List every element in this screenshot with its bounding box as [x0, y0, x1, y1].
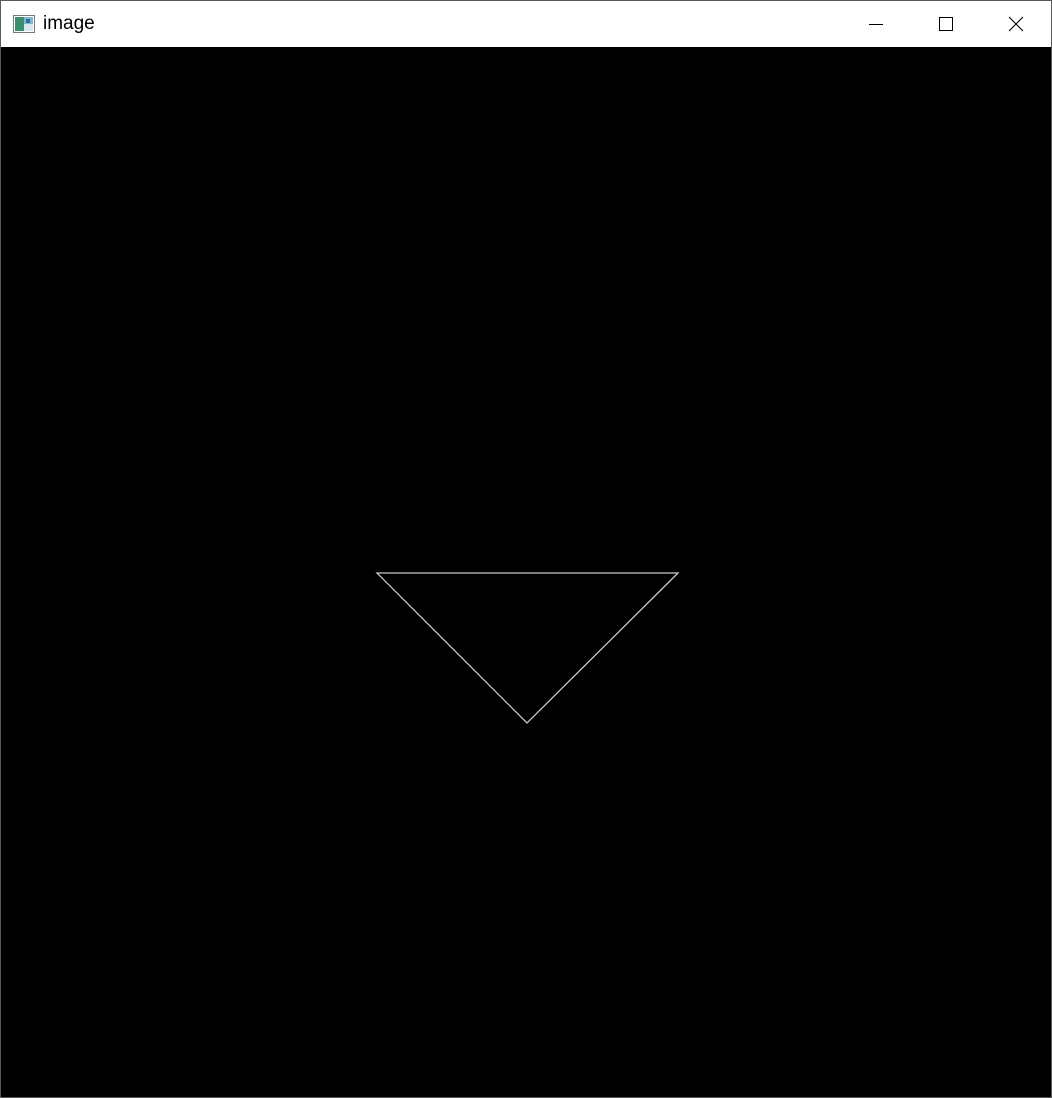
- maximize-icon: [939, 17, 953, 31]
- minimize-button[interactable]: [841, 1, 911, 47]
- app-window: image: [0, 0, 1052, 1098]
- maximize-button[interactable]: [911, 1, 981, 47]
- image-canvas: [1, 47, 1051, 1097]
- minimize-icon: [869, 24, 883, 25]
- triangle-shape: [375, 572, 680, 724]
- window-title: image: [43, 13, 95, 34]
- close-icon: [1008, 16, 1024, 32]
- close-button[interactable]: [981, 1, 1051, 47]
- image-window-icon: [13, 15, 35, 33]
- title-bar[interactable]: image: [1, 1, 1051, 47]
- window-controls: [841, 1, 1051, 47]
